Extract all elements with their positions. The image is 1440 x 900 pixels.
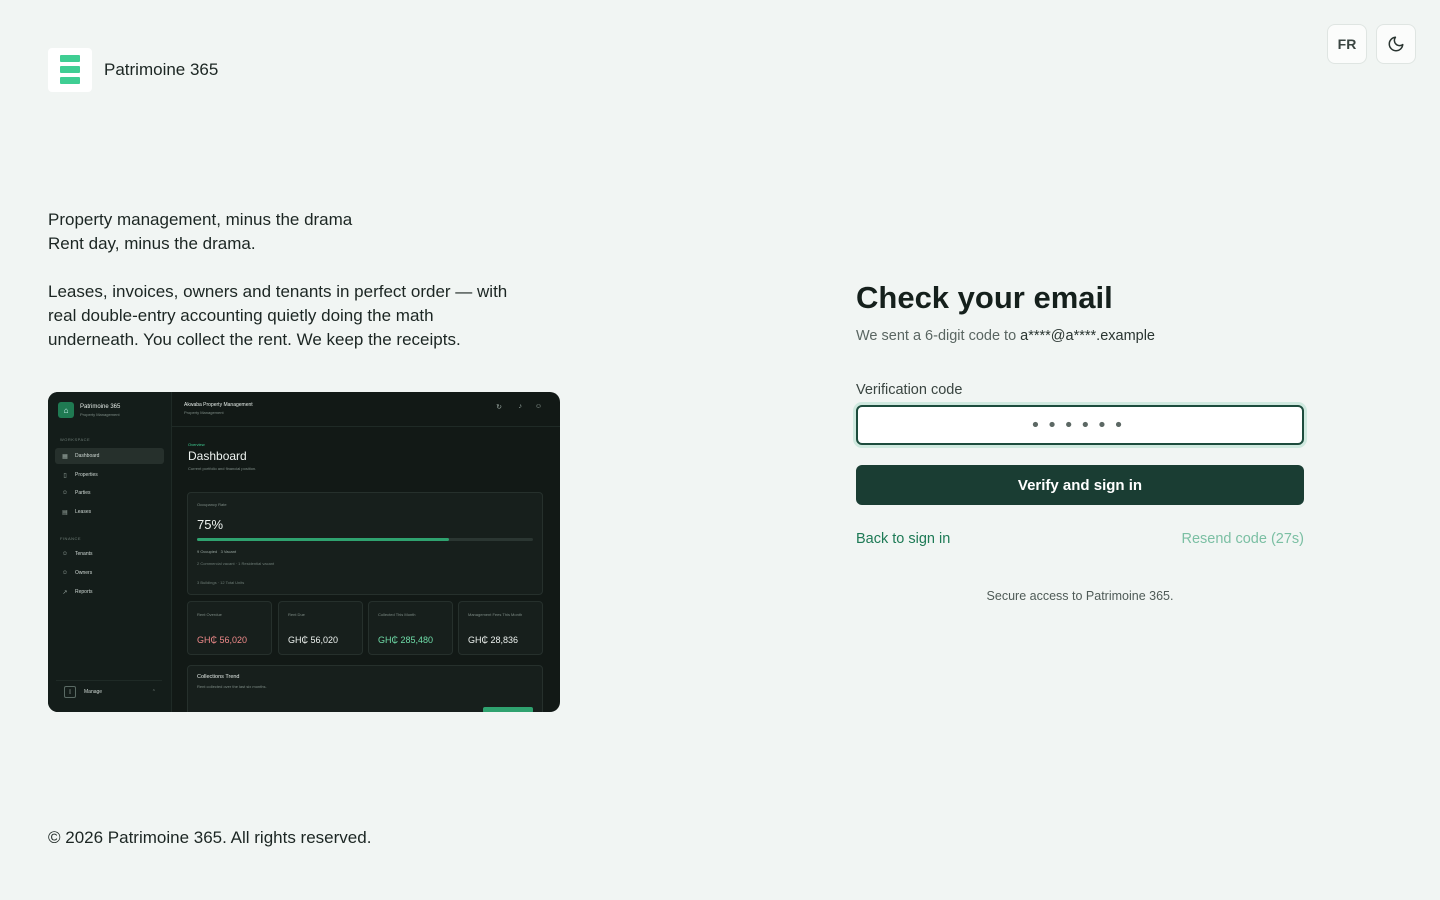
- preview-nav-label: Leases: [75, 509, 92, 515]
- preview-nav-label: Properties: [75, 472, 98, 478]
- stat-card: Rent Due GH₵ 56,020: [278, 601, 363, 655]
- dashboard-preview: ⌂ Patrimoine 365 Property Management WOR…: [48, 392, 560, 712]
- refresh-icon: ↻: [496, 404, 502, 411]
- preview-nav-label: Dashboard: [75, 453, 100, 459]
- sent-code-message: We sent a 6-digit code to a****@a****.ex…: [856, 328, 1304, 344]
- occupancy-units: 3 Buildings · 12 Total Units: [197, 580, 245, 585]
- preview-manage: ▯ Manage ⌃: [56, 680, 162, 702]
- occupancy-detail: 2 Commercial vacant · 1 Residential vaca…: [197, 561, 275, 566]
- verify-sign-in-button[interactable]: Verify and sign in: [856, 465, 1304, 505]
- occupancy-label: Occupancy Rate: [197, 502, 227, 507]
- hero-line-2: Rent day, minus the drama.: [48, 234, 256, 253]
- preview-subtitle: Current portfolio and financial position…: [188, 466, 257, 471]
- verification-code-input[interactable]: ••••••: [856, 405, 1304, 445]
- preview-nav-label: Owners: [75, 570, 93, 576]
- hero-copy: Property management, minus the drama Ren…: [48, 208, 508, 352]
- trend-bar: [483, 707, 533, 712]
- moon-icon: [1388, 36, 1404, 52]
- stacked-bars-logo-icon: [48, 48, 92, 92]
- stat-label: Management Fees This Month: [468, 612, 523, 617]
- preview-company-sub: Property Management: [184, 410, 224, 415]
- footer-copyright: © 2026 Patrimoine 365. All rights reserv…: [48, 828, 372, 847]
- preview-app-sub: Property Management: [80, 411, 120, 417]
- stat-value: GH₵ 56,020: [197, 635, 248, 645]
- stat-value: GH₵ 56,020: [288, 635, 339, 645]
- preview-nav-label: Tenants: [75, 551, 93, 557]
- user-icon: ☺: [534, 403, 542, 410]
- brand: Patrimoine 365: [48, 48, 218, 92]
- stat-label: Rent Due: [288, 612, 305, 617]
- home-icon: ⌂: [58, 402, 74, 418]
- sent-code-prefix: We sent a 6-digit code to: [856, 328, 1021, 344]
- preview-section-finance: FINANCE: [60, 536, 82, 541]
- stat-value: GH₵ 28,836: [468, 635, 519, 645]
- brand-name: Patrimoine 365: [104, 60, 219, 79]
- user-icon: ☺: [61, 551, 69, 557]
- collections-trend-card: Collections Trend Rent collected over th…: [187, 665, 543, 712]
- page-title: Check your email: [856, 280, 1113, 315]
- occupied-count: 9 Occupied: [197, 549, 218, 554]
- chart-icon: ↗: [62, 589, 68, 596]
- preview-brand: ⌂ Patrimoine 365 Property Management: [58, 402, 120, 418]
- resend-code-link[interactable]: Resend code (27s): [1181, 531, 1304, 547]
- preview-nav-parties: ☺ Parties: [55, 485, 164, 501]
- preview-nav-tenants: ☺ Tenants: [55, 546, 164, 562]
- preview-sidebar: ⌂ Patrimoine 365 Property Management WOR…: [48, 392, 172, 712]
- preview-title: Dashboard: [188, 449, 247, 463]
- preview-app-name: Patrimoine 365: [80, 403, 121, 410]
- building-icon: ▯: [63, 472, 67, 479]
- stat-value: GH₵ 285,480: [378, 635, 434, 645]
- occupancy-counts: 9 Occupied 3 Vacant: [197, 549, 236, 554]
- preview-company: Akwaba Property Management: [184, 402, 253, 408]
- preview-overline: Overview: [188, 442, 205, 447]
- secure-access-note: Secure access to Patrimoine 365.: [986, 589, 1174, 603]
- preview-nav-dashboard: ▦ Dashboard: [55, 448, 164, 464]
- grid-icon: ▦: [62, 453, 68, 460]
- bell-icon: ♪: [518, 403, 523, 410]
- stat-card: Collected This Month GH₵ 285,480: [368, 601, 453, 655]
- user-icon: ☺: [61, 570, 69, 576]
- stat-card: Management Fees This Month GH₵ 28,836: [458, 601, 543, 655]
- back-to-sign-in-link[interactable]: Back to sign in: [856, 531, 950, 547]
- preview-section-workspace: WORKSPACE: [60, 437, 91, 442]
- verification-code-label: Verification code: [856, 382, 963, 398]
- preview-nav-properties: ▯ Properties: [55, 467, 164, 483]
- trend-title: Collections Trend: [197, 674, 240, 680]
- preview-nav-reports: ↗ Reports: [55, 584, 164, 600]
- verification-panel: Check your email We sent a 6-digit code …: [856, 280, 1304, 603]
- occupancy-bar: [197, 538, 533, 541]
- preview-nav-leases: ▤ Leases: [55, 504, 164, 520]
- stat-card: Rent Overdue GH₵ 56,020: [187, 601, 272, 655]
- preview-main-heading: Overview Dashboard Current portfolio and…: [188, 442, 256, 471]
- chevron-up-icon: ⌃: [151, 688, 156, 695]
- preview-nav-label: Reports: [75, 589, 93, 595]
- preview-nav-label: Parties: [75, 490, 91, 496]
- hero-paragraph: Leases, invoices, owners and tenants in …: [48, 282, 508, 349]
- occupancy-bar-fill: [197, 538, 449, 541]
- occupancy-card: Occupancy Rate 75% 9 Occupied 3 Vacant 2…: [187, 492, 543, 595]
- stat-label: Rent Overdue: [197, 612, 222, 617]
- vacant-count: 3 Vacant: [220, 549, 237, 554]
- document-icon: ▤: [62, 509, 68, 516]
- users-icon: ☺: [61, 490, 69, 496]
- preview-nav-owners: ☺ Owners: [55, 565, 164, 581]
- preview-header: Akwaba Property Management Property Mana…: [172, 392, 560, 427]
- preview-manage-label: Manage: [84, 688, 103, 695]
- trend-subtitle: Rent collected over the last six months.: [197, 684, 267, 689]
- auth-links: Back to sign in Resend code (27s): [856, 531, 1304, 547]
- top-actions: FR: [1327, 24, 1416, 64]
- building-icon: ▯: [64, 685, 76, 698]
- language-toggle-button[interactable]: FR: [1327, 24, 1367, 64]
- stat-label: Collected This Month: [378, 612, 416, 617]
- occupancy-value: 75%: [197, 517, 224, 532]
- theme-toggle-button[interactable]: [1376, 24, 1416, 64]
- hero-line-1: Property management, minus the drama: [48, 210, 353, 229]
- masked-email: a****@a****.example: [1020, 328, 1155, 344]
